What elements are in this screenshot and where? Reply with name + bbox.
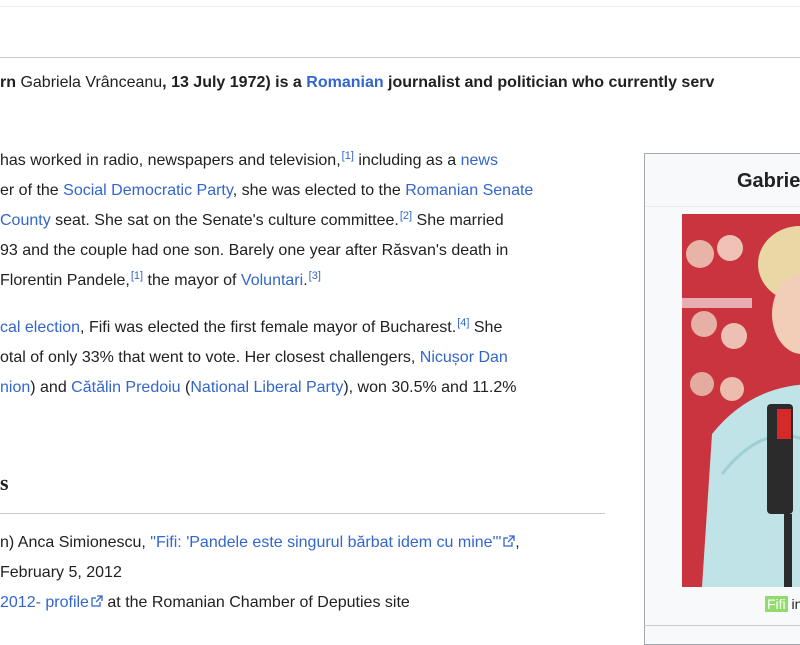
fifi-article-link[interactable]: "Fifi: 'Pandele este singurul bărbat ide… (150, 534, 515, 551)
social-democratic-party-link[interactable]: Social Democratic Party (63, 182, 233, 199)
lead-text-2: , 13 July 1972) is a (162, 74, 307, 91)
p1-text: the mayor of (143, 272, 241, 289)
title-underline (0, 57, 800, 58)
p1-text: er of the (0, 182, 64, 199)
p2-text: ( (180, 379, 191, 396)
external-link-icon (91, 595, 103, 607)
p1-line-5: Florentin Pandele,[1] the mayor of Volun… (0, 266, 610, 296)
citation-link[interactable]: [1] (131, 270, 143, 282)
portrait-illustration (682, 214, 800, 587)
union-link[interactable]: nion (0, 379, 30, 396)
nicusor-dan-link[interactable]: Nicușor Dan (420, 349, 508, 366)
infobox-title: Gabrie (737, 170, 800, 192)
reference-text: n) Anca Simionescu, (0, 534, 151, 551)
section-heading: s (0, 470, 9, 495)
p1-text: . (303, 272, 308, 289)
news-link[interactable]: news (461, 152, 498, 169)
reference-text: at the Romanian Chamber of Deputies site (102, 594, 410, 611)
external-link-icon (503, 535, 515, 547)
caption-text: in (791, 596, 800, 612)
citation-link[interactable]: [2] (400, 210, 412, 222)
voluntari-link[interactable]: Voluntari (241, 272, 303, 289)
fifi-article-link-text: "Fifi: 'Pandele este singurul bărbat ide… (150, 534, 502, 551)
reference-item-1: n) Anca Simionescu, "Fifi: 'Pandele este… (0, 528, 610, 558)
reference-item-1-date: February 5, 2012 (0, 558, 610, 588)
infobox-bottom-rule (644, 625, 800, 626)
p2-text: ) and (30, 379, 72, 396)
infobox-divider (645, 206, 800, 207)
lead-birth-name: Gabriela Vrânceanu (20, 74, 163, 91)
local-election-link[interactable]: cal election (0, 319, 80, 336)
p1-text: Florentin Pandele, (0, 272, 130, 289)
references-list: n) Anca Simionescu, "Fifi: 'Pandele este… (0, 528, 610, 618)
romanian-link[interactable]: Romanian (306, 74, 383, 91)
early-career-paragraph: has worked in radio, newspapers and tele… (0, 146, 610, 296)
p1-text: seat. She sat on the Senate's culture co… (50, 212, 399, 229)
p1-text: 93 and the couple had one son. Barely on… (0, 242, 509, 259)
p1-text: She married (412, 212, 504, 229)
p1-line-3: County seat. She sat on the Senate's cul… (0, 206, 610, 236)
infobox-caption: Fifi in (765, 596, 800, 612)
reference-item-2: 2012- profile at the Romanian Chamber of… (0, 588, 610, 618)
county-link[interactable]: County (0, 212, 51, 229)
caption-highlight: Fifi (765, 596, 788, 612)
p2-text: ), won 30.5% and 11.2% (343, 379, 517, 396)
deputies-profile-link-text: 2012- profile (0, 594, 89, 611)
p1-text: has worked in radio, newspapers and tele… (0, 152, 341, 169)
p2-text: , Fifi was elected the first female mayo… (80, 319, 457, 336)
p1-line-4: 93 and the couple had one son. Barely on… (0, 236, 610, 266)
p2-line-2: otal of only 33% that went to vote. Her … (0, 343, 610, 373)
p2-text: She (469, 319, 503, 336)
mayor-paragraph: cal election, Fifi was elected the first… (0, 313, 610, 403)
citation-link[interactable]: [1] (342, 150, 354, 162)
lead-text-3: journalist and politician who currently … (383, 74, 715, 91)
p2-line-1: cal election, Fifi was elected the first… (0, 313, 610, 343)
portrait-image[interactable] (682, 214, 800, 587)
p2-line-3: nion) and Cătălin Predoiu (National Libe… (0, 373, 610, 403)
p1-line-2: er of the Social Democratic Party, she w… (0, 176, 610, 206)
citation-link[interactable]: [4] (457, 317, 469, 329)
section-heading-rule (0, 513, 605, 514)
p1-text: , she was elected to the (232, 182, 406, 199)
citation-link[interactable]: [3] (309, 270, 321, 282)
infobox: Gabrie Fifi in (644, 153, 800, 645)
reference-text: , (515, 534, 520, 551)
romanian-senate-link[interactable]: Romanian Senate (405, 182, 533, 199)
national-liberal-party-link[interactable]: National Liberal Party (190, 379, 343, 396)
reference-date: February 5, 2012 (0, 564, 122, 581)
deputies-profile-link[interactable]: 2012- profile (0, 594, 103, 611)
lead-sentence: rn Gabriela Vrânceanu, 13 July 1972) is … (0, 72, 800, 94)
top-border (0, 6, 800, 7)
catalin-predoiu-link[interactable]: Cătălin Predoiu (71, 379, 180, 396)
p1-text: including as a (353, 152, 461, 169)
lead-text-1: rn (0, 74, 21, 91)
p2-text: otal of only 33% that went to vote. Her … (0, 349, 420, 366)
p1-line-1: has worked in radio, newspapers and tele… (0, 146, 610, 176)
